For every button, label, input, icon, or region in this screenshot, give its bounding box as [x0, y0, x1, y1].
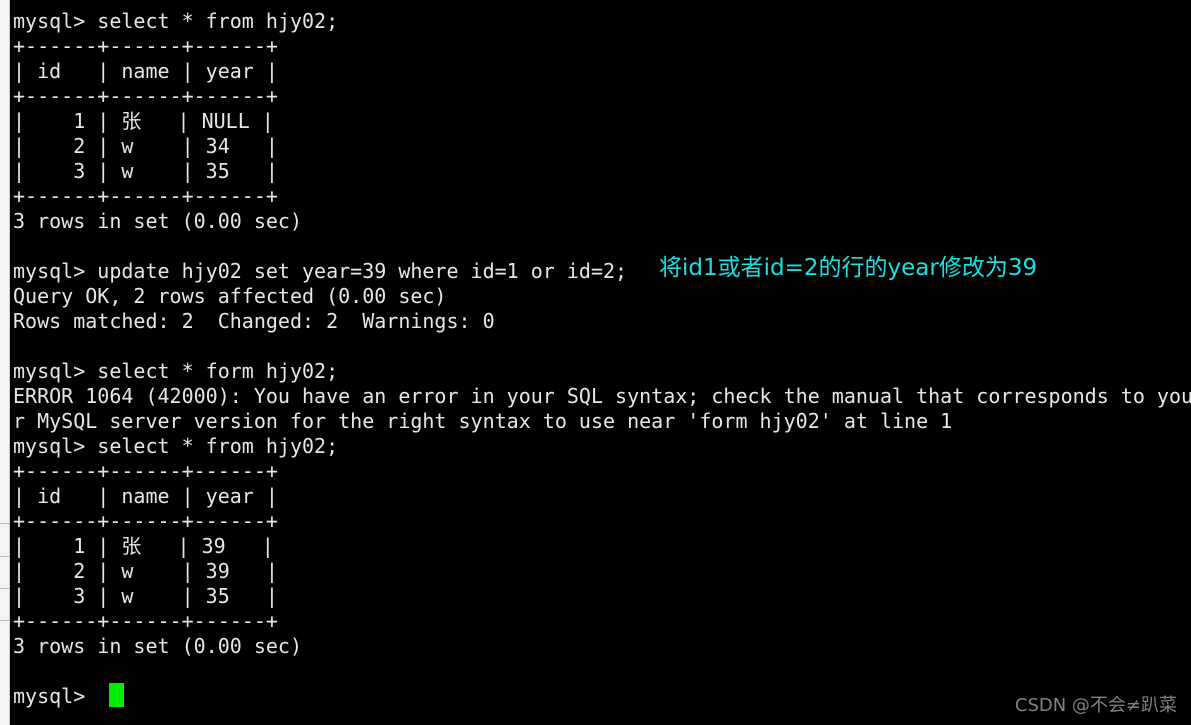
terminal-line: +------+------+------+	[13, 459, 278, 483]
terminal-line: 3 rows in set (0.00 sec)	[13, 209, 302, 233]
terminal-line: +------+------+------+	[13, 34, 278, 58]
terminal-line: ERROR 1064 (42000): You have an error in…	[13, 384, 1191, 408]
terminal-line: r MySQL server version for the right syn…	[13, 409, 953, 433]
terminal-line: mysql> select * from hjy02;	[13, 9, 339, 33]
editor-gutter-strip	[0, 0, 10, 725]
annotation-text: 将id1或者id=2的行的year修改为39	[659, 255, 1038, 281]
terminal-line: Query OK, 2 rows affected (0.00 sec)	[13, 284, 447, 308]
terminal-line: | 1 | 张 | 39 |	[13, 534, 274, 558]
terminal-line: Rows matched: 2 Changed: 2 Warnings: 0	[13, 309, 495, 333]
terminal-line: | id | name | year |	[13, 59, 278, 83]
terminal-line: | 2 | w | 39 |	[13, 559, 278, 583]
terminal-line: +------+------+------+	[13, 84, 278, 108]
terminal-line: | 2 | w | 34 |	[13, 134, 278, 158]
terminal-line: | id | name | year |	[13, 484, 278, 508]
terminal-line: 3 rows in set (0.00 sec)	[13, 634, 302, 658]
terminal-line: +------+------+------+	[13, 509, 278, 533]
terminal-line: mysql> select * from hjy02;	[13, 434, 339, 458]
terminal-line: | 3 | w | 35 |	[13, 159, 278, 183]
terminal-cursor	[109, 683, 124, 707]
terminal-line: mysql> select * form hjy02;	[13, 359, 339, 383]
terminal-output: mysql> select * from hjy02; +------+-----…	[13, 9, 1191, 709]
csdn-watermark: CSDN @不会≠趴菜	[1014, 695, 1177, 716]
terminal-line: | 3 | w | 35 |	[13, 584, 278, 608]
terminal-line: | 1 | 张 | NULL |	[13, 109, 274, 133]
terminal-screenshot: mysql> select * from hjy02; +------+-----…	[0, 0, 1191, 725]
terminal-window[interactable]: mysql> select * from hjy02; +------+-----…	[11, 0, 1191, 725]
terminal-line: +------+------+------+	[13, 184, 278, 208]
terminal-line: +------+------+------+	[13, 609, 278, 633]
